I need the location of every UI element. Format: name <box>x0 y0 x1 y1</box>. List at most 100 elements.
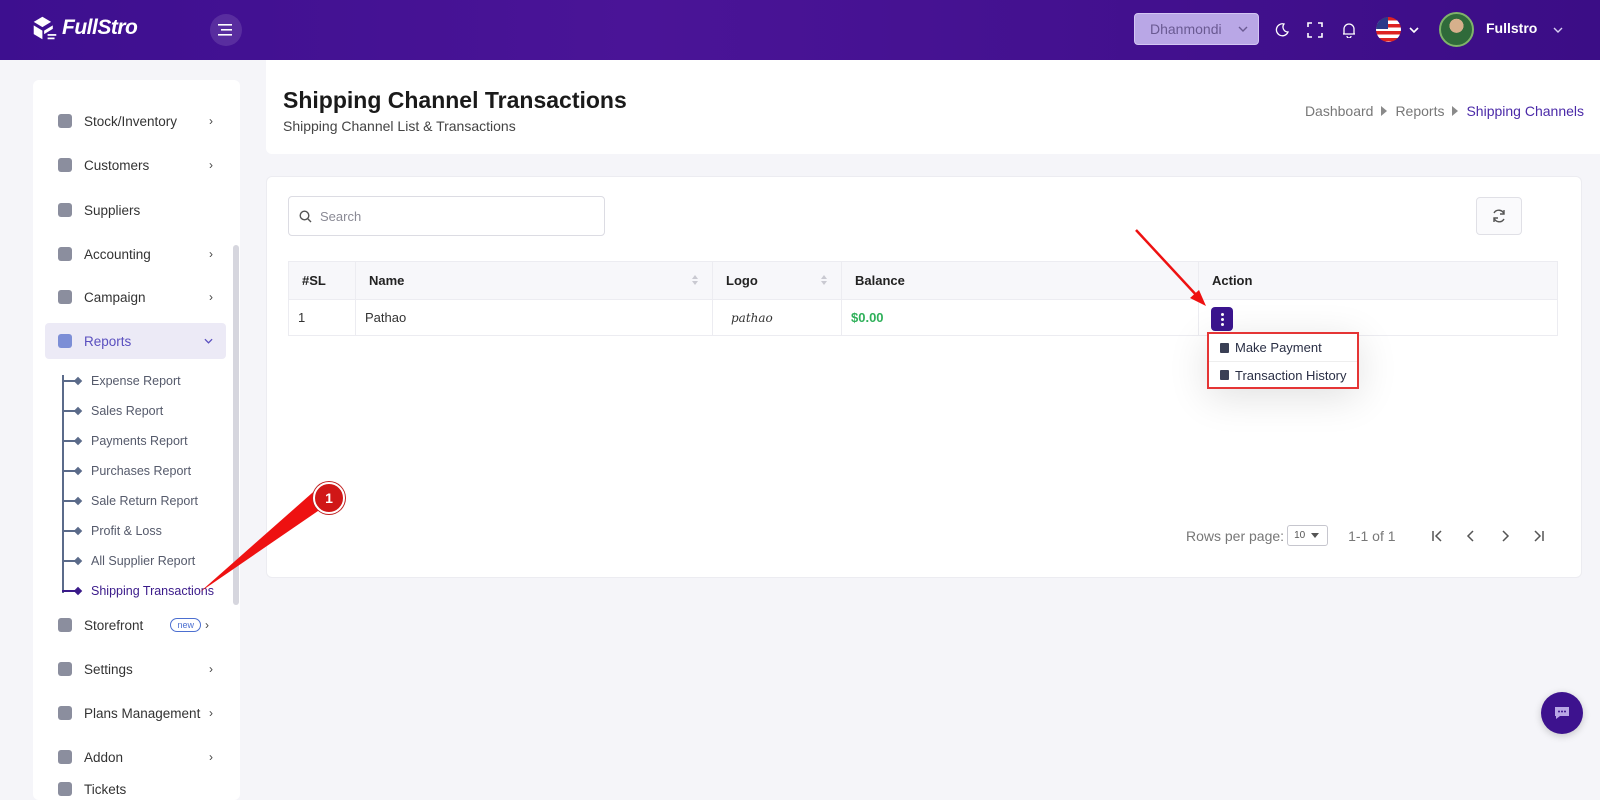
accounting-icon <box>58 247 72 261</box>
column-header-action: Action <box>1198 261 1558 300</box>
sidebar-subitem-label: Purchases Report <box>91 464 192 478</box>
branch-select[interactable]: Dhanmondi <box>1134 13 1259 45</box>
page-title: Shipping Channel Transactions <box>283 87 627 113</box>
tree-node <box>73 556 83 566</box>
refresh-button[interactable] <box>1476 197 1522 235</box>
breadcrumb-dashboard[interactable]: Dashboard <box>1305 103 1374 119</box>
sidebar-subitem-profit-loss[interactable]: Profit & Loss <box>62 521 162 541</box>
tickets-icon <box>58 782 72 796</box>
rows-per-page-select[interactable]: 10 <box>1287 525 1329 546</box>
document-icon <box>1220 370 1229 380</box>
balance-value: $0.00 <box>851 310 884 325</box>
sidebar-item-plans-management[interactable]: Plans Management › <box>45 695 226 731</box>
sidebar-item-tickets[interactable]: Tickets <box>45 782 226 800</box>
sidebar-subitem-label: Expense Report <box>91 374 181 388</box>
chevron-right-icon: › <box>209 706 213 720</box>
caret-right-icon <box>1452 106 1459 116</box>
next-page-button[interactable] <box>1498 529 1512 543</box>
sidebar-subitem-label: Profit & Loss <box>91 524 162 538</box>
sidebar-item-addon[interactable]: Addon › <box>45 739 226 775</box>
menu-item-label: Make Payment <box>1235 340 1322 355</box>
sidebar-item-storefront[interactable]: Storefront new › <box>45 607 226 643</box>
sidebar-subitem-sale-return-report[interactable]: Sale Return Report <box>62 491 198 511</box>
campaign-icon <box>58 290 72 304</box>
sidebar-item-label: Storefront <box>84 617 144 633</box>
tree-node <box>73 376 83 386</box>
sidebar-subitem-label: Shipping Transactions <box>91 584 214 598</box>
user-menu-dropdown[interactable] <box>1546 18 1570 42</box>
document-icon <box>1220 342 1229 353</box>
column-header-name[interactable]: Name <box>355 261 713 300</box>
chevron-right-icon: › <box>209 158 213 172</box>
sidebar-subitem-shipping-transactions[interactable]: Shipping Transactions <box>62 581 214 601</box>
chevron-down-icon <box>1553 27 1563 33</box>
more-vertical-icon <box>1220 312 1224 316</box>
brand-logo[interactable]: FullStro <box>32 14 138 42</box>
sort-icon <box>692 275 698 285</box>
sidebar-item-label: Customers <box>84 157 150 173</box>
sidebar-subitem-expense-report[interactable]: Expense Report <box>62 371 181 391</box>
page-subtitle: Shipping Channel List & Transactions <box>283 118 516 134</box>
new-badge: new <box>170 618 201 632</box>
search-icon <box>299 209 312 222</box>
sidebar-item-accounting[interactable]: Accounting › <box>45 236 226 272</box>
row-actions-button[interactable] <box>1211 307 1233 332</box>
search-input[interactable] <box>320 208 580 224</box>
tree-node <box>73 436 83 446</box>
search-box[interactable] <box>288 196 605 236</box>
column-header-sl: #SL <box>288 261 356 300</box>
menu-item-transaction-history[interactable]: Transaction History <box>1209 361 1357 388</box>
sidebar-item-label: Settings <box>84 661 133 677</box>
menu-item-label: Transaction History <box>1235 367 1347 383</box>
last-page-icon <box>1534 529 1544 542</box>
sidebar-item-label: Accounting <box>84 246 151 262</box>
sidebar-item-stock-inventory[interactable]: Stock/Inventory › <box>45 103 226 139</box>
chevron-down-icon <box>204 338 213 344</box>
column-header-logo[interactable]: Logo <box>712 261 842 300</box>
menu-item-make-payment[interactable]: Make Payment <box>1209 334 1357 361</box>
top-bar: FullStro Dhanmondi Fullstro <box>0 0 1600 60</box>
sidebar-item-reports[interactable]: Reports <box>45 323 226 359</box>
sidebar-subitem-label: All Supplier Report <box>91 554 196 568</box>
sidebar-subitem-payments-report[interactable]: Payments Report <box>62 431 188 451</box>
branch-select-value: Dhanmondi <box>1150 21 1222 37</box>
sidebar-item-label: Plans Management <box>84 705 201 721</box>
sidebar-subitem-sales-report[interactable]: Sales Report <box>62 401 163 421</box>
sidebar-scrollbar[interactable] <box>233 245 239 605</box>
avatar[interactable] <box>1439 12 1474 47</box>
settings-icon <box>58 662 72 676</box>
last-page-button[interactable] <box>1532 529 1546 543</box>
sidebar-subitem-all-supplier-report[interactable]: All Supplier Report <box>62 551 195 571</box>
plans-icon <box>58 706 72 720</box>
prev-page-button[interactable] <box>1464 529 1478 543</box>
dark-mode-toggle[interactable] <box>1270 18 1294 42</box>
sidebar-item-campaign[interactable]: Campaign › <box>45 279 226 315</box>
us-flag-icon[interactable] <box>1376 17 1401 42</box>
first-page-button[interactable] <box>1430 529 1444 543</box>
page-header: Shipping Channel Transactions Shipping C… <box>266 60 1600 154</box>
cell-logo: pathao <box>712 299 842 336</box>
addon-icon <box>58 750 72 764</box>
fullscreen-button[interactable] <box>1303 18 1327 42</box>
more-vertical-icon <box>1220 317 1224 321</box>
sidebar-item-label: Suppliers <box>84 202 141 218</box>
moon-icon <box>1275 23 1289 37</box>
breadcrumb-reports[interactable]: Reports <box>1395 103 1444 119</box>
sidebar-subitem-purchases-report[interactable]: Purchases Report <box>62 461 191 481</box>
sidebar-item-suppliers[interactable]: Suppliers <box>45 192 226 228</box>
language-dropdown[interactable] <box>1402 18 1426 42</box>
fullscreen-icon <box>1307 22 1323 38</box>
chat-button[interactable] <box>1541 692 1583 734</box>
user-name[interactable]: Fullstro <box>1486 20 1537 36</box>
notifications-button[interactable] <box>1337 18 1361 42</box>
annotation-marker: 1 <box>313 482 345 514</box>
cell-sl: 1 <box>288 299 356 336</box>
tree-node <box>73 526 83 536</box>
menu-toggle-button[interactable] <box>210 14 242 46</box>
chat-bubble-icon <box>1555 707 1569 719</box>
sidebar-item-settings[interactable]: Settings › <box>45 651 226 687</box>
shipping-channels-table: #SL Name Logo Balance Action 1 Pathao pa… <box>288 261 1558 336</box>
sidebar-item-customers[interactable]: Customers › <box>45 147 226 183</box>
tree-node <box>73 466 83 476</box>
chevron-right-icon: › <box>209 114 213 128</box>
